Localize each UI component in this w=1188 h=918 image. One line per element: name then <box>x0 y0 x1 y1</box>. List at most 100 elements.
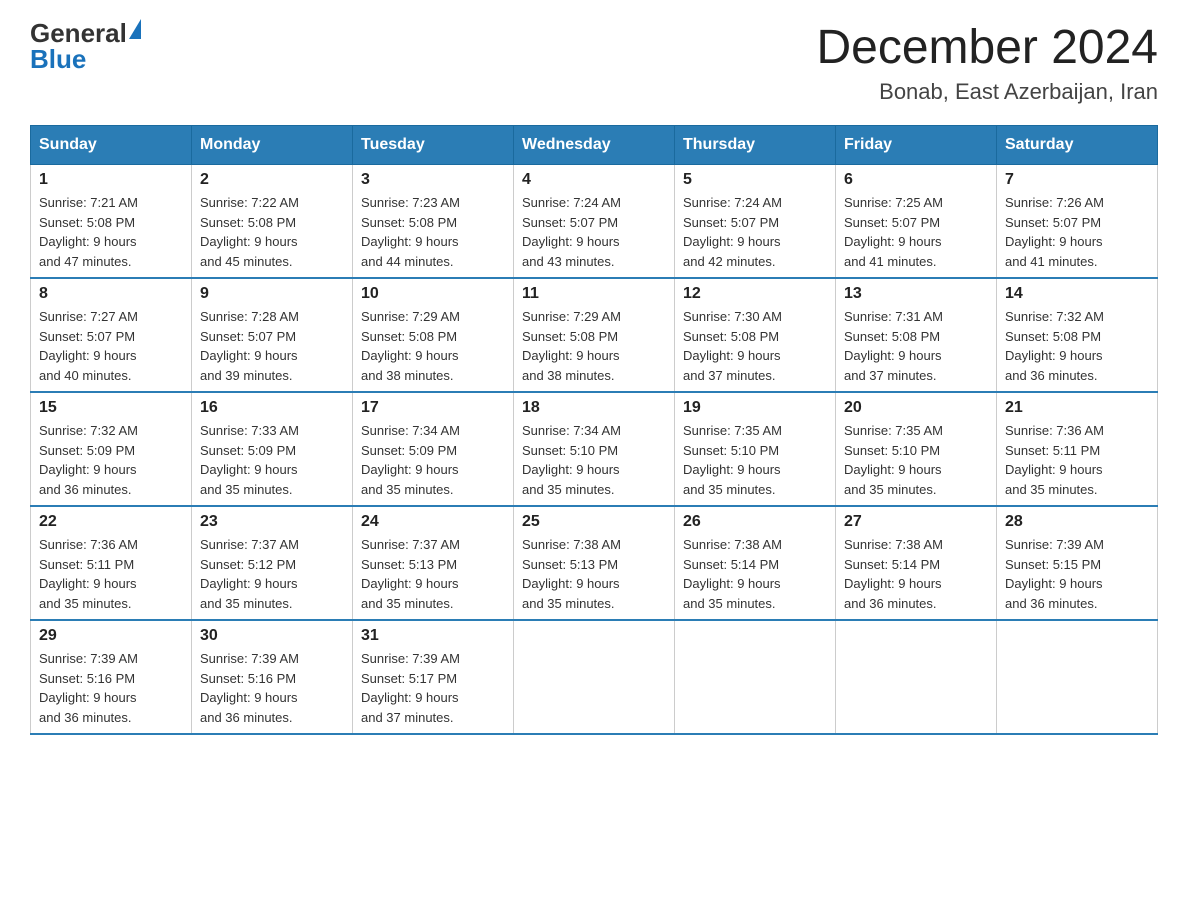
day-number: 18 <box>522 399 666 417</box>
day-info: Sunrise: 7:38 AM Sunset: 5:14 PM Dayligh… <box>844 535 988 613</box>
day-info: Sunrise: 7:35 AM Sunset: 5:10 PM Dayligh… <box>844 421 988 499</box>
day-info: Sunrise: 7:31 AM Sunset: 5:08 PM Dayligh… <box>844 307 988 385</box>
day-cell: 26 Sunrise: 7:38 AM Sunset: 5:14 PM Dayl… <box>675 506 836 620</box>
day-info: Sunrise: 7:29 AM Sunset: 5:08 PM Dayligh… <box>522 307 666 385</box>
day-info: Sunrise: 7:30 AM Sunset: 5:08 PM Dayligh… <box>683 307 827 385</box>
logo: General Blue <box>30 20 141 72</box>
day-cell: 9 Sunrise: 7:28 AM Sunset: 5:07 PM Dayli… <box>192 278 353 392</box>
column-header-monday: Monday <box>192 126 353 165</box>
day-info: Sunrise: 7:39 AM Sunset: 5:16 PM Dayligh… <box>39 649 183 727</box>
day-number: 13 <box>844 285 988 303</box>
day-cell: 2 Sunrise: 7:22 AM Sunset: 5:08 PM Dayli… <box>192 165 353 279</box>
day-number: 8 <box>39 285 183 303</box>
day-number: 15 <box>39 399 183 417</box>
day-number: 27 <box>844 513 988 531</box>
day-info: Sunrise: 7:26 AM Sunset: 5:07 PM Dayligh… <box>1005 193 1149 271</box>
day-info: Sunrise: 7:32 AM Sunset: 5:09 PM Dayligh… <box>39 421 183 499</box>
day-number: 31 <box>361 627 505 645</box>
day-info: Sunrise: 7:24 AM Sunset: 5:07 PM Dayligh… <box>683 193 827 271</box>
day-cell: 23 Sunrise: 7:37 AM Sunset: 5:12 PM Dayl… <box>192 506 353 620</box>
day-cell: 21 Sunrise: 7:36 AM Sunset: 5:11 PM Dayl… <box>997 392 1158 506</box>
day-number: 4 <box>522 171 666 189</box>
logo-arrow-icon <box>129 19 141 39</box>
column-header-saturday: Saturday <box>997 126 1158 165</box>
day-info: Sunrise: 7:29 AM Sunset: 5:08 PM Dayligh… <box>361 307 505 385</box>
day-number: 12 <box>683 285 827 303</box>
logo-blue-text: Blue <box>30 46 141 72</box>
day-number: 24 <box>361 513 505 531</box>
day-info: Sunrise: 7:34 AM Sunset: 5:09 PM Dayligh… <box>361 421 505 499</box>
day-number: 7 <box>1005 171 1149 189</box>
day-number: 3 <box>361 171 505 189</box>
day-cell <box>997 620 1158 734</box>
day-cell: 7 Sunrise: 7:26 AM Sunset: 5:07 PM Dayli… <box>997 165 1158 279</box>
day-cell: 27 Sunrise: 7:38 AM Sunset: 5:14 PM Dayl… <box>836 506 997 620</box>
day-cell: 30 Sunrise: 7:39 AM Sunset: 5:16 PM Dayl… <box>192 620 353 734</box>
day-number: 2 <box>200 171 344 189</box>
day-info: Sunrise: 7:36 AM Sunset: 5:11 PM Dayligh… <box>39 535 183 613</box>
location-title: Bonab, East Azerbaijan, Iran <box>816 79 1158 105</box>
column-header-tuesday: Tuesday <box>353 126 514 165</box>
day-cell: 17 Sunrise: 7:34 AM Sunset: 5:09 PM Dayl… <box>353 392 514 506</box>
day-number: 23 <box>200 513 344 531</box>
day-info: Sunrise: 7:39 AM Sunset: 5:16 PM Dayligh… <box>200 649 344 727</box>
day-number: 9 <box>200 285 344 303</box>
day-info: Sunrise: 7:25 AM Sunset: 5:07 PM Dayligh… <box>844 193 988 271</box>
day-cell: 28 Sunrise: 7:39 AM Sunset: 5:15 PM Dayl… <box>997 506 1158 620</box>
day-cell: 25 Sunrise: 7:38 AM Sunset: 5:13 PM Dayl… <box>514 506 675 620</box>
day-cell <box>836 620 997 734</box>
day-cell: 3 Sunrise: 7:23 AM Sunset: 5:08 PM Dayli… <box>353 165 514 279</box>
day-info: Sunrise: 7:27 AM Sunset: 5:07 PM Dayligh… <box>39 307 183 385</box>
week-row-3: 15 Sunrise: 7:32 AM Sunset: 5:09 PM Dayl… <box>31 392 1158 506</box>
day-info: Sunrise: 7:21 AM Sunset: 5:08 PM Dayligh… <box>39 193 183 271</box>
day-cell: 13 Sunrise: 7:31 AM Sunset: 5:08 PM Dayl… <box>836 278 997 392</box>
day-cell: 20 Sunrise: 7:35 AM Sunset: 5:10 PM Dayl… <box>836 392 997 506</box>
day-cell: 8 Sunrise: 7:27 AM Sunset: 5:07 PM Dayli… <box>31 278 192 392</box>
title-area: December 2024 Bonab, East Azerbaijan, Ir… <box>816 20 1158 105</box>
day-cell: 22 Sunrise: 7:36 AM Sunset: 5:11 PM Dayl… <box>31 506 192 620</box>
day-info: Sunrise: 7:32 AM Sunset: 5:08 PM Dayligh… <box>1005 307 1149 385</box>
day-cell: 16 Sunrise: 7:33 AM Sunset: 5:09 PM Dayl… <box>192 392 353 506</box>
day-info: Sunrise: 7:35 AM Sunset: 5:10 PM Dayligh… <box>683 421 827 499</box>
day-info: Sunrise: 7:33 AM Sunset: 5:09 PM Dayligh… <box>200 421 344 499</box>
day-cell: 14 Sunrise: 7:32 AM Sunset: 5:08 PM Dayl… <box>997 278 1158 392</box>
day-info: Sunrise: 7:23 AM Sunset: 5:08 PM Dayligh… <box>361 193 505 271</box>
week-row-1: 1 Sunrise: 7:21 AM Sunset: 5:08 PM Dayli… <box>31 165 1158 279</box>
day-info: Sunrise: 7:37 AM Sunset: 5:13 PM Dayligh… <box>361 535 505 613</box>
day-number: 17 <box>361 399 505 417</box>
day-cell <box>675 620 836 734</box>
column-header-thursday: Thursday <box>675 126 836 165</box>
week-row-4: 22 Sunrise: 7:36 AM Sunset: 5:11 PM Dayl… <box>31 506 1158 620</box>
day-cell <box>514 620 675 734</box>
column-header-wednesday: Wednesday <box>514 126 675 165</box>
day-info: Sunrise: 7:28 AM Sunset: 5:07 PM Dayligh… <box>200 307 344 385</box>
day-number: 25 <box>522 513 666 531</box>
day-info: Sunrise: 7:34 AM Sunset: 5:10 PM Dayligh… <box>522 421 666 499</box>
day-cell: 1 Sunrise: 7:21 AM Sunset: 5:08 PM Dayli… <box>31 165 192 279</box>
day-number: 11 <box>522 285 666 303</box>
day-number: 6 <box>844 171 988 189</box>
day-number: 20 <box>844 399 988 417</box>
week-row-2: 8 Sunrise: 7:27 AM Sunset: 5:07 PM Dayli… <box>31 278 1158 392</box>
logo-general-text: General <box>30 20 127 46</box>
day-info: Sunrise: 7:36 AM Sunset: 5:11 PM Dayligh… <box>1005 421 1149 499</box>
day-cell: 18 Sunrise: 7:34 AM Sunset: 5:10 PM Dayl… <box>514 392 675 506</box>
day-number: 29 <box>39 627 183 645</box>
day-cell: 4 Sunrise: 7:24 AM Sunset: 5:07 PM Dayli… <box>514 165 675 279</box>
day-info: Sunrise: 7:37 AM Sunset: 5:12 PM Dayligh… <box>200 535 344 613</box>
day-cell: 12 Sunrise: 7:30 AM Sunset: 5:08 PM Dayl… <box>675 278 836 392</box>
day-cell: 11 Sunrise: 7:29 AM Sunset: 5:08 PM Dayl… <box>514 278 675 392</box>
day-number: 10 <box>361 285 505 303</box>
day-cell: 10 Sunrise: 7:29 AM Sunset: 5:08 PM Dayl… <box>353 278 514 392</box>
day-cell: 24 Sunrise: 7:37 AM Sunset: 5:13 PM Dayl… <box>353 506 514 620</box>
day-cell: 31 Sunrise: 7:39 AM Sunset: 5:17 PM Dayl… <box>353 620 514 734</box>
day-cell: 19 Sunrise: 7:35 AM Sunset: 5:10 PM Dayl… <box>675 392 836 506</box>
day-number: 28 <box>1005 513 1149 531</box>
day-cell: 6 Sunrise: 7:25 AM Sunset: 5:07 PM Dayli… <box>836 165 997 279</box>
week-row-5: 29 Sunrise: 7:39 AM Sunset: 5:16 PM Dayl… <box>31 620 1158 734</box>
day-number: 30 <box>200 627 344 645</box>
day-number: 1 <box>39 171 183 189</box>
day-info: Sunrise: 7:38 AM Sunset: 5:14 PM Dayligh… <box>683 535 827 613</box>
column-header-friday: Friday <box>836 126 997 165</box>
day-info: Sunrise: 7:38 AM Sunset: 5:13 PM Dayligh… <box>522 535 666 613</box>
